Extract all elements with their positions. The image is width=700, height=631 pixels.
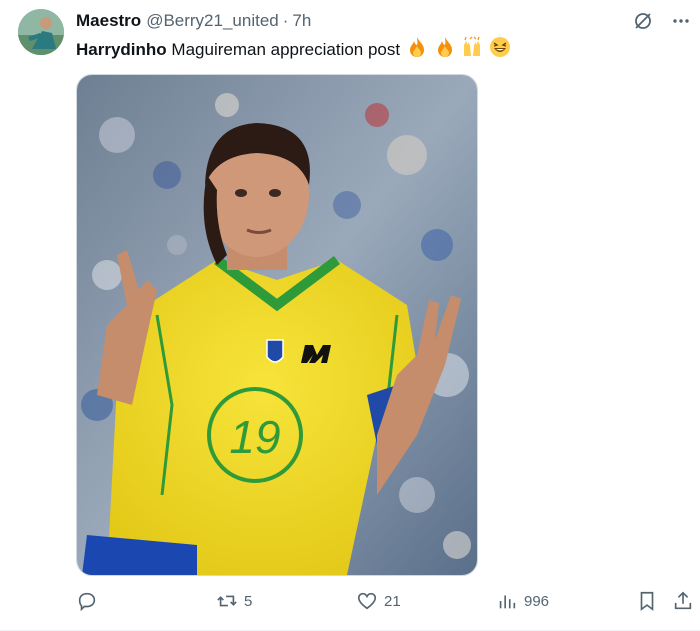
- share-icon: [674, 591, 692, 610]
- author-name[interactable]: Maestro: [76, 11, 141, 31]
- more-options-icon[interactable]: [670, 10, 692, 32]
- share-button[interactable]: [672, 588, 694, 614]
- analytics-icon: [499, 595, 516, 609]
- retweet-icon: [217, 595, 237, 607]
- like-button[interactable]: 21: [356, 588, 401, 614]
- avatar[interactable]: [18, 9, 64, 55]
- fire-emoji-icon: [406, 36, 428, 65]
- like-count: 21: [384, 592, 401, 610]
- tweet-image[interactable]: 19: [76, 74, 478, 576]
- reply-icon: [78, 592, 96, 612]
- tweet-header: Maestro @Berry21_united · 7h: [76, 10, 311, 32]
- timestamp[interactable]: 7h: [292, 11, 311, 31]
- view-count: 996: [524, 592, 550, 610]
- fire-emoji-icon: [434, 36, 456, 65]
- tweet-text: Harrydinho Maguireman appreciation post: [76, 36, 511, 65]
- raising-hands-emoji-icon: [461, 36, 483, 65]
- separator-dot: ·: [282, 11, 289, 30]
- bookmark-icon: [640, 591, 654, 611]
- tweet-body: Maguireman appreciation post: [171, 40, 401, 59]
- bookmark-button[interactable]: [636, 588, 658, 614]
- views-button[interactable]: 996: [496, 588, 549, 614]
- jersey-number: 19: [229, 411, 280, 463]
- heart-icon: [357, 592, 377, 610]
- author-handle[interactable]: @Berry21_united: [146, 11, 279, 31]
- retweet-button[interactable]: 5: [216, 588, 252, 614]
- retweet-count: 5: [244, 592, 253, 610]
- tweet-top-actions: [632, 10, 692, 32]
- tweet-card[interactable]: Maestro @Berry21_united · 7h Harrydinho …: [0, 0, 700, 631]
- reply-button[interactable]: [76, 588, 104, 614]
- mention-link[interactable]: Harrydinho: [76, 40, 167, 59]
- grinning-squinting-emoji-icon: [489, 36, 511, 65]
- tweet-actions-bar: 5 21 996: [76, 588, 696, 614]
- grok-icon[interactable]: [632, 10, 654, 32]
- player-photo: 19: [77, 75, 477, 575]
- avatar-image: [18, 9, 64, 55]
